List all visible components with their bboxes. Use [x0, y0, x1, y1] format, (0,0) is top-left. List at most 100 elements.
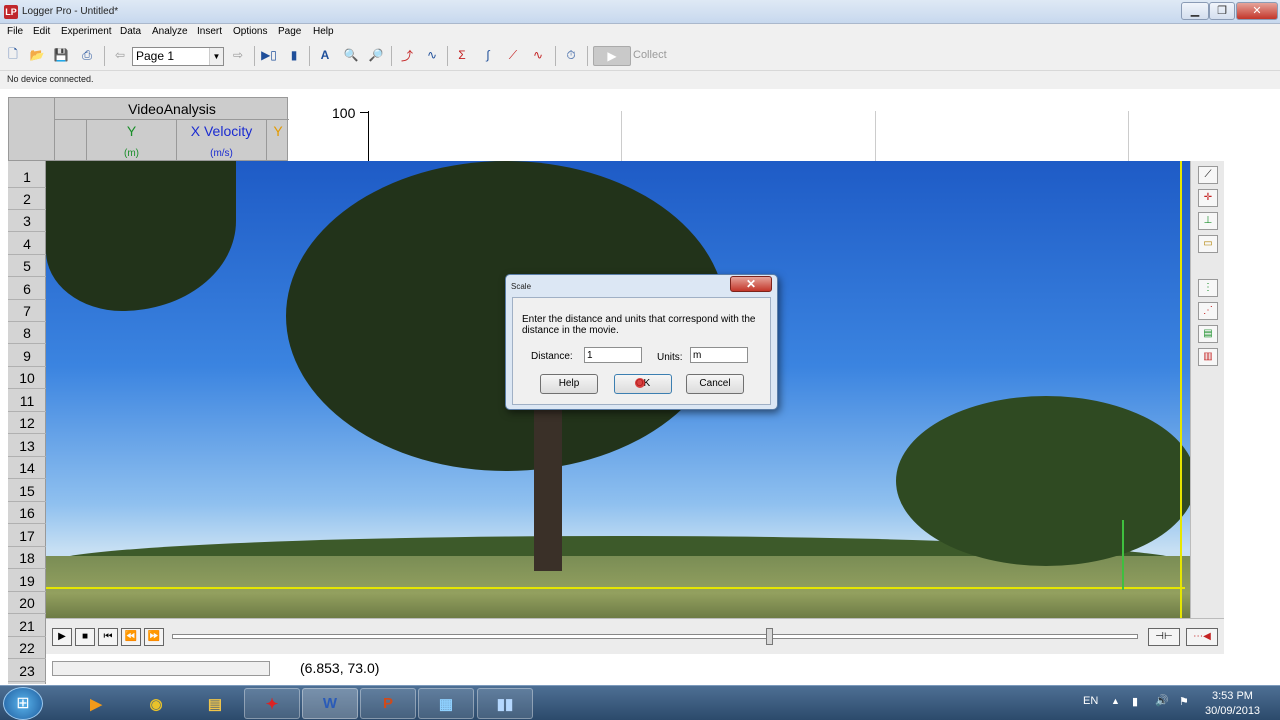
new-file-icon[interactable]: 🗋 [3, 45, 23, 65]
table-horizontal-scrollbar[interactable] [52, 661, 270, 676]
menu-page[interactable]: Page [278, 26, 301, 37]
toolbar-separator [555, 46, 556, 66]
examine-icon[interactable]: ⤴ [397, 45, 417, 65]
zoom-out-icon[interactable]: 🔎 [366, 45, 386, 65]
minimize-button[interactable]: ▁ [1181, 2, 1209, 20]
action-center-icon[interactable]: ⚑ [1179, 695, 1189, 708]
timeline-thumb[interactable] [766, 628, 773, 645]
point-trail-icon[interactable]: ⋯◀ [1186, 628, 1218, 646]
row-number: 1 [8, 166, 46, 188]
title-bar: LP Logger Pro - Untitled* ▁ ❐ ✕ [0, 0, 1280, 24]
menu-edit[interactable]: Edit [33, 26, 50, 37]
units-input[interactable] [690, 347, 748, 363]
menu-data[interactable]: Data [120, 26, 141, 37]
play-icon[interactable]: ▶ [52, 628, 72, 646]
dialog-close-button[interactable]: ✕ [730, 276, 772, 292]
set-scale-icon[interactable]: ▭ [1198, 235, 1218, 253]
go-to-start-icon[interactable]: ⏮ [98, 628, 118, 646]
logger-pro-taskbar-icon[interactable]: ✦ [244, 688, 300, 719]
step-forward-icon[interactable]: ⏩ [144, 628, 164, 646]
sync-graph-icon[interactable]: ▥ [1198, 348, 1218, 366]
data-table-header: VideoAnalysis Y (m) X Velocity (m/s) Y [8, 97, 289, 162]
menu-file[interactable]: File [7, 26, 23, 37]
step-back-icon[interactable]: ⏪ [121, 628, 141, 646]
origin-axis-line [1180, 161, 1182, 618]
row-number: 23 [8, 660, 46, 682]
column-header-y2[interactable]: Y [267, 120, 289, 162]
collect-button[interactable]: Collect [633, 49, 667, 61]
dialog-body: Enter the distance and units that corres… [512, 297, 771, 405]
network-icon[interactable]: ▮ [1132, 695, 1138, 708]
control-panel-icon[interactable]: ▦ [418, 688, 474, 719]
video-tools: ⟋ ✛ ⊥ ▭ ⋮ ⋰ ▤ ▥ [1190, 161, 1224, 618]
enable-analysis-icon[interactable]: ⟋ [1198, 166, 1218, 184]
clock-time[interactable]: 3:53 PM [1212, 690, 1253, 702]
column-header-x-velocity[interactable]: X Velocity (m/s) [177, 120, 267, 162]
set-bounds-icon[interactable]: ⊣⊢ [1148, 628, 1180, 646]
select-point-icon[interactable]: ✛ [1198, 189, 1218, 207]
add-point-series-icon[interactable]: ⋮ [1198, 279, 1218, 297]
start-button[interactable]: ⊞ [3, 687, 43, 720]
set-origin-icon[interactable]: ⊥ [1198, 212, 1218, 230]
row-number: 17 [8, 525, 46, 547]
clock-date[interactable]: 30/09/2013 [1205, 705, 1260, 717]
file-explorer-icon[interactable]: ▤ [187, 688, 243, 719]
next-page-icon[interactable]: ⇨ [228, 45, 248, 65]
autoscale-icon[interactable]: A [315, 45, 335, 65]
graph-area[interactable]: 100 [290, 97, 1280, 161]
linear-fit-icon[interactable]: ⟋ [503, 45, 523, 65]
lab-quest-icon[interactable]: ▮ [284, 45, 304, 65]
photo-distance-icon[interactable]: ▤ [1198, 325, 1218, 343]
distance-input[interactable] [584, 347, 642, 363]
data-browser-icon[interactable]: ▶▯ [259, 45, 279, 65]
menu-analyze[interactable]: Analyze [152, 26, 188, 37]
previous-page-icon[interactable]: ⇦ [110, 45, 130, 65]
menu-experiment[interactable]: Experiment [61, 26, 112, 37]
toolbar-separator [391, 46, 392, 66]
statistics-icon[interactable]: Σ [452, 45, 472, 65]
column-header-y[interactable]: Y (m) [87, 120, 177, 162]
language-indicator[interactable]: EN [1083, 695, 1098, 707]
chrome-icon[interactable]: ◉ [128, 688, 184, 719]
scale-dialog: Scale ✕ Enter the distance and units tha… [505, 274, 778, 410]
save-icon[interactable]: 💾 [51, 45, 71, 65]
scale-line [46, 587, 1185, 589]
media-player-icon[interactable]: ▶ [68, 688, 124, 719]
row-number: 6 [8, 278, 46, 300]
row-number: 3 [8, 210, 46, 232]
stop-icon[interactable]: ■ [75, 628, 95, 646]
show-trail-icon[interactable]: ⋰ [1198, 302, 1218, 320]
show-hidden-icons-icon[interactable]: ▲ [1111, 696, 1120, 706]
cancel-button[interactable]: Cancel [686, 374, 744, 394]
menu-insert[interactable]: Insert [197, 26, 222, 37]
collect-play-icon[interactable]: ▶ [593, 46, 631, 66]
menu-help[interactable]: Help [313, 26, 334, 37]
page-select[interactable]: Page 1 ▼ [132, 47, 224, 66]
timer-icon[interactable]: ⏱ [561, 45, 581, 65]
movie-timeline-slider[interactable] [172, 634, 1138, 639]
curve-fit-icon[interactable]: ∿ [528, 45, 548, 65]
movie-tree-right [896, 396, 1190, 566]
row-number: 11 [8, 390, 46, 412]
menu-options[interactable]: Options [233, 26, 267, 37]
dataset-title: VideoAnalysis [55, 98, 289, 120]
toolbar-separator [587, 46, 588, 66]
word-icon[interactable]: W [302, 688, 358, 719]
y-axis-tick-label: 100 [332, 105, 356, 121]
volume-icon[interactable]: 🔊 [1155, 694, 1169, 707]
close-button[interactable]: ✕ [1236, 2, 1278, 20]
powerpoint-icon[interactable]: P [360, 688, 416, 719]
print-icon[interactable]: ⎙ [77, 45, 97, 65]
units-label: Units: [657, 352, 683, 363]
maximize-button[interactable]: ❐ [1209, 2, 1235, 20]
integral-icon[interactable]: ∫ [478, 45, 498, 65]
open-folder-icon[interactable]: 📂 [27, 45, 47, 65]
help-button[interactable]: Help [540, 374, 598, 394]
video-editor-icon[interactable]: ▮▮ [477, 688, 533, 719]
zoom-in-icon[interactable]: 🔍 [341, 45, 361, 65]
row-number: 21 [8, 615, 46, 637]
row-number: 2 [8, 188, 46, 210]
row-number: 22 [8, 637, 46, 659]
row-number: 20 [8, 592, 46, 614]
tangent-icon[interactable]: ∿ [422, 45, 442, 65]
